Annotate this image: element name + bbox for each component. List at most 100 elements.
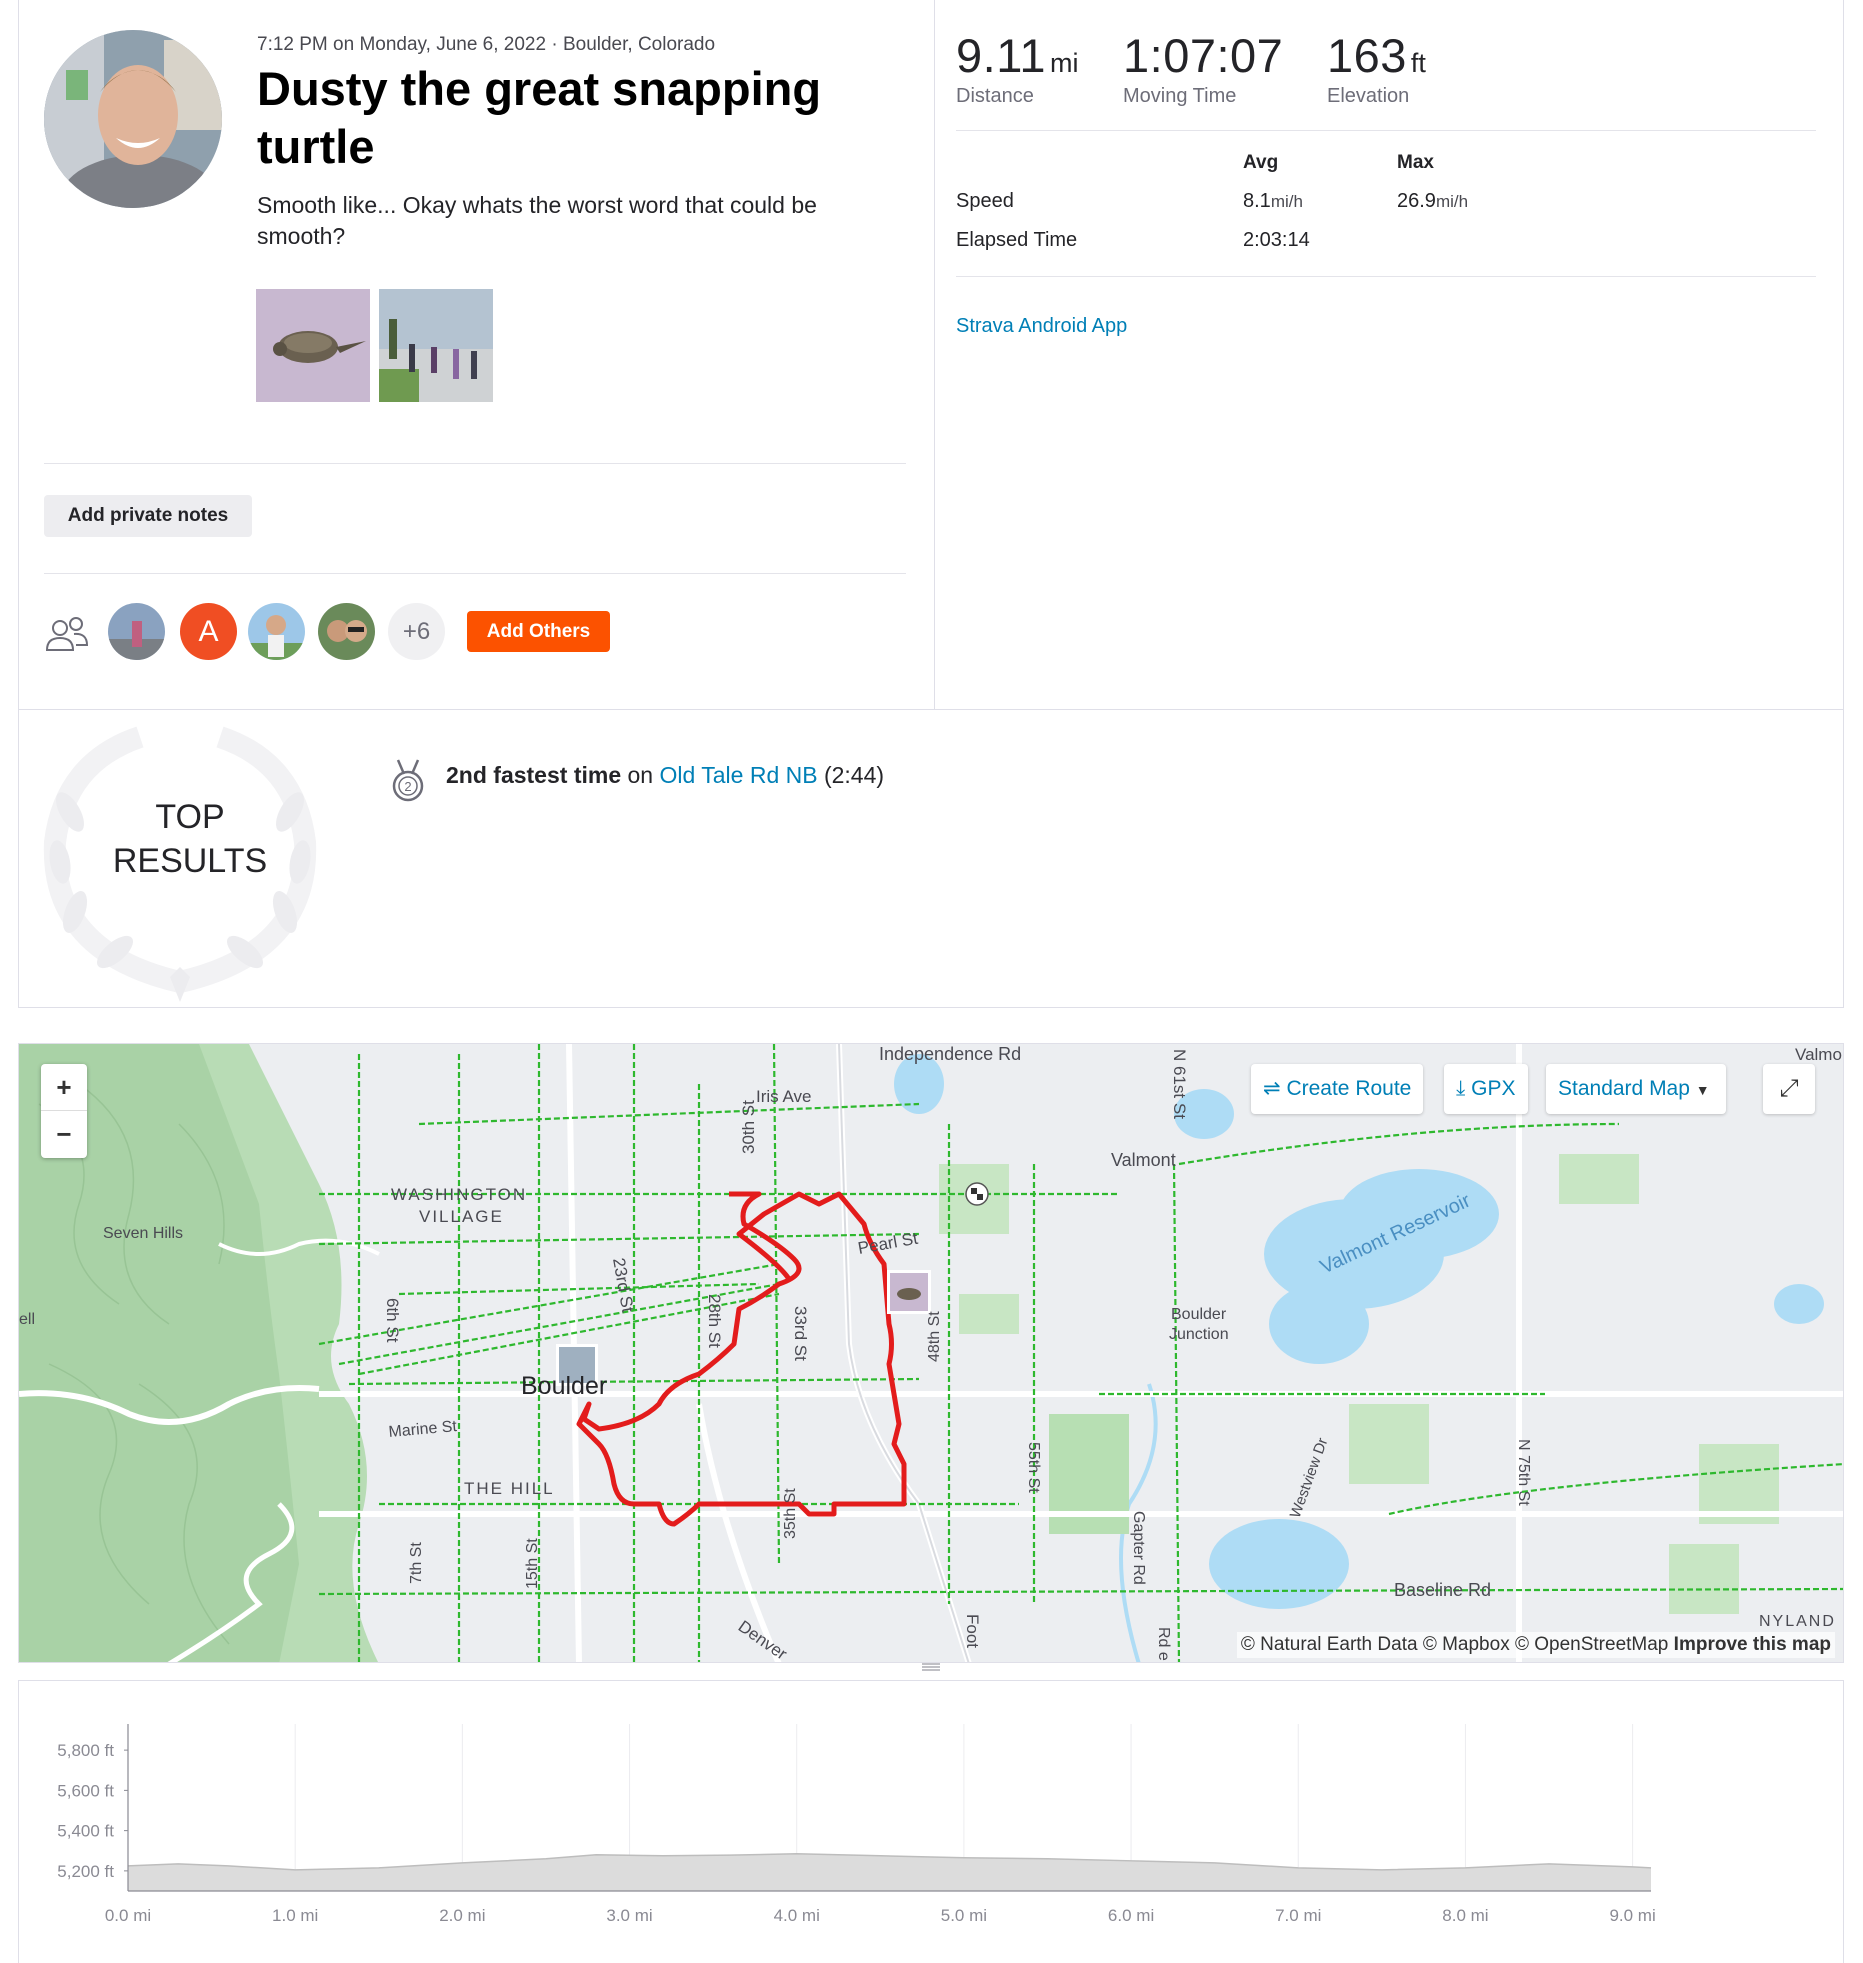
silver-medal-icon: 2 bbox=[392, 759, 424, 802]
elevation-unit: ft bbox=[1410, 48, 1426, 78]
athlete-avatar-3[interactable] bbox=[248, 603, 305, 660]
route-icon: ⇌ bbox=[1263, 1077, 1281, 1100]
svg-text:Independence Rd: Independence Rd bbox=[879, 1044, 1021, 1064]
map-style-dropdown[interactable]: Standard Map ▼ bbox=[1546, 1064, 1726, 1114]
svg-text:33rd St: 33rd St bbox=[791, 1306, 810, 1361]
speed-label: Speed bbox=[956, 190, 1014, 212]
svg-text:THE HILL: THE HILL bbox=[464, 1479, 555, 1498]
elapsed-time-label: Elapsed Time bbox=[956, 229, 1078, 251]
x-tick-label: 7.0 mi bbox=[1275, 1906, 1321, 1925]
svg-text:Junction: Junction bbox=[1169, 1326, 1229, 1343]
elapsed-time-value: 2:03:14 bbox=[1243, 229, 1310, 251]
moving-time-value: 1:07:07 bbox=[1123, 29, 1284, 82]
svg-text:48th St: 48th St bbox=[926, 1311, 943, 1362]
svg-text:6th St: 6th St bbox=[383, 1298, 402, 1343]
svg-text:Valmo: Valmo bbox=[1795, 1045, 1842, 1064]
gpx-download-button[interactable]: ⤓ GPX bbox=[1444, 1064, 1528, 1114]
stat-elevation: 163 ft Elevation bbox=[1327, 28, 1426, 108]
svg-text:N 75th St: N 75th St bbox=[1515, 1439, 1532, 1506]
divider bbox=[44, 573, 906, 574]
y-tick-label: 5,800 ft bbox=[57, 1741, 114, 1760]
elevation-area bbox=[128, 1853, 1651, 1891]
athlete-avatar-1[interactable] bbox=[108, 603, 165, 660]
athlete-avatar[interactable] bbox=[44, 30, 222, 208]
zoom-controls: + − bbox=[41, 1064, 87, 1158]
divider bbox=[956, 130, 1816, 131]
resize-handle-icon[interactable] bbox=[920, 1662, 942, 1672]
activity-photo-turtle[interactable] bbox=[256, 289, 370, 402]
medal-number: 2 bbox=[404, 779, 411, 794]
map-canvas[interactable]: Independence Rd Iris Ave Valmont Valmo N… bbox=[19, 1044, 1844, 1663]
athlete-avatar-2[interactable]: A bbox=[180, 603, 237, 660]
avg-header: Avg bbox=[1243, 152, 1279, 173]
x-tick-label: 2.0 mi bbox=[439, 1906, 485, 1925]
elevation-value: 163 bbox=[1327, 29, 1407, 82]
column-divider bbox=[934, 0, 935, 710]
divider bbox=[44, 463, 906, 464]
fullscreen-icon: ⤢ bbox=[1779, 1075, 1799, 1102]
svg-text:Seven Hills: Seven Hills bbox=[103, 1225, 183, 1242]
caret-down-icon: ▼ bbox=[1695, 1082, 1710, 1098]
add-others-button[interactable]: Add Others bbox=[467, 611, 610, 652]
group-icon bbox=[44, 614, 90, 654]
segment-link[interactable]: Old Tale Rd NB bbox=[659, 762, 817, 788]
x-tick-label: 3.0 mi bbox=[606, 1906, 652, 1925]
speed-max: 26.9mi/h bbox=[1397, 190, 1469, 212]
svg-text:Valmont: Valmont bbox=[1111, 1150, 1176, 1170]
device-link[interactable]: Strava Android App bbox=[956, 315, 1127, 338]
stat-moving-time: 1:07:07 Moving Time bbox=[1123, 28, 1283, 108]
svg-text:ell: ell bbox=[19, 1311, 35, 1328]
route-map[interactable]: Independence Rd Iris Ave Valmont Valmo N… bbox=[18, 1043, 1844, 1663]
svg-text:Foot: Foot bbox=[963, 1614, 982, 1648]
zoom-in-button[interactable]: + bbox=[41, 1064, 87, 1111]
y-tick-label: 5,200 ft bbox=[57, 1862, 114, 1881]
x-tick-label: 1.0 mi bbox=[272, 1906, 318, 1925]
y-tick-label: 5,600 ft bbox=[57, 1781, 114, 1800]
svg-text:55th St: 55th St bbox=[1025, 1442, 1042, 1493]
x-tick-label: 4.0 mi bbox=[774, 1906, 820, 1925]
max-header: Max bbox=[1397, 152, 1434, 173]
top-results-title: TOP RESULTS bbox=[112, 798, 268, 880]
speed-avg: 8.1mi/h bbox=[1243, 190, 1303, 212]
segment-achievement: 2nd fastest time on Old Tale Rd NB (2:44… bbox=[446, 762, 885, 788]
elevation-chart[interactable]: 0.0 mi 1.0 mi 2.0 mi 3.0 mi 4.0 mi 5.0 mi 6.0 … bbox=[18, 1680, 1844, 1963]
x-tick-label: 5.0 mi bbox=[941, 1906, 987, 1925]
svg-text:N 61st St: N 61st St bbox=[1170, 1049, 1189, 1119]
x-tick-label: 8.0 mi bbox=[1442, 1906, 1488, 1925]
x-tick-label: 6.0 mi bbox=[1108, 1906, 1154, 1925]
athlete-avatar-4[interactable] bbox=[318, 603, 375, 660]
elevation-label: Elevation bbox=[1327, 85, 1410, 107]
svg-text:Boulder: Boulder bbox=[1171, 1306, 1227, 1323]
more-athletes-count[interactable]: +6 bbox=[388, 603, 445, 660]
activity-photo-group[interactable] bbox=[379, 289, 493, 402]
distance-label: Distance bbox=[956, 85, 1034, 107]
svg-text:WASHINGTON: WASHINGTON bbox=[391, 1185, 527, 1204]
svg-text:15th St: 15th St bbox=[524, 1538, 541, 1589]
divider bbox=[956, 276, 1816, 277]
svg-text:35th St: 35th St bbox=[782, 1488, 799, 1539]
activity-description: Smooth like... Okay whats the worst word… bbox=[257, 192, 817, 249]
improve-map-link[interactable]: Improve this map bbox=[1674, 1634, 1831, 1655]
y-tick-label: 5,400 ft bbox=[57, 1822, 114, 1841]
add-private-notes-button[interactable]: Add private notes bbox=[44, 495, 252, 537]
create-route-button[interactable]: ⇌ Create Route bbox=[1251, 1064, 1424, 1114]
x-tick-label: 9.0 mi bbox=[1609, 1906, 1655, 1925]
fullscreen-button[interactable]: ⤢ bbox=[1763, 1064, 1815, 1114]
distance-value: 9.11 bbox=[956, 29, 1046, 82]
moving-time-label: Moving Time bbox=[1123, 85, 1237, 107]
svg-text:NYLAND: NYLAND bbox=[1759, 1613, 1836, 1630]
stat-distance: 9.11 mi Distance bbox=[956, 28, 1079, 108]
svg-text:Gapter Rd: Gapter Rd bbox=[1130, 1511, 1147, 1585]
svg-text:Rd e: Rd e bbox=[1155, 1627, 1172, 1661]
svg-text:Iris Ave: Iris Ave bbox=[756, 1087, 811, 1106]
x-tick-label: 0.0 mi bbox=[105, 1906, 151, 1925]
zoom-out-button[interactable]: − bbox=[41, 1111, 87, 1158]
download-icon: ⤓ bbox=[1456, 1077, 1466, 1100]
svg-text:28th St: 28th St bbox=[705, 1294, 724, 1348]
svg-text:VILLAGE: VILLAGE bbox=[419, 1207, 504, 1226]
distance-unit: mi bbox=[1050, 48, 1079, 78]
activity-meta: 7:12 PM on Monday, June 6, 2022 · Boulde… bbox=[257, 34, 716, 55]
activity-title: Dusty the great snapping turtle bbox=[257, 62, 822, 173]
svg-text:30th St: 30th St bbox=[739, 1100, 758, 1154]
svg-text:Baseline Rd: Baseline Rd bbox=[1394, 1580, 1491, 1600]
